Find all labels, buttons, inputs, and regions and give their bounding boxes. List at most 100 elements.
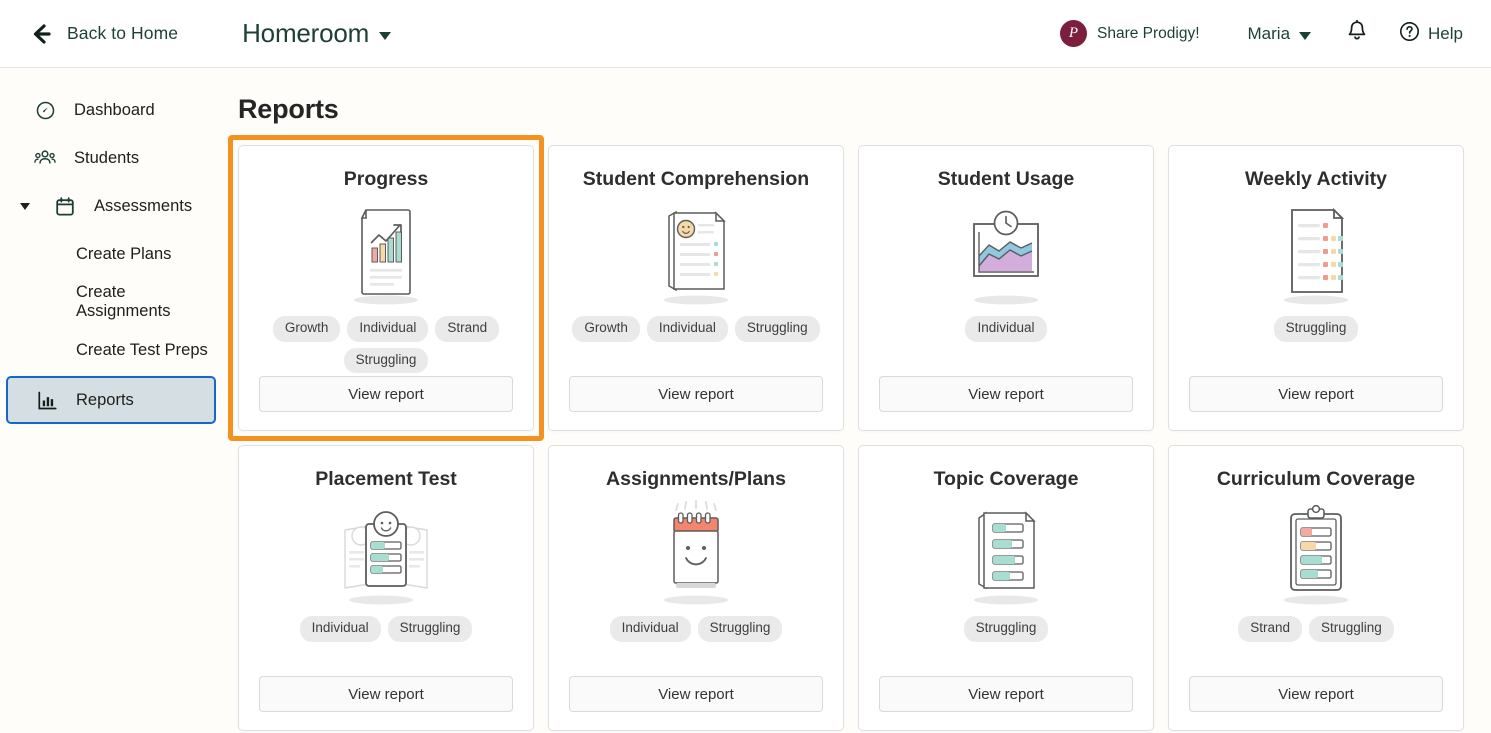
sidebar-item-label: Create Plans [76,245,171,264]
calendar-icon [54,196,76,217]
help-label: Help [1428,24,1463,44]
report-card-slot-assignments-plans: Assignments/Plans Individual Struggling V… [548,445,844,731]
report-tag[interactable]: Individual [347,316,428,341]
report-card-placement-test[interactable]: Placement Test Individual Struggling View… [238,445,534,731]
report-tag-list: Strand Struggling [1238,616,1394,676]
notification-bell-icon [1345,19,1369,48]
report-card-slot-weekly-activity: Weekly Activity Struggling View report [1168,145,1464,431]
report-card-slot-student-comprehension: Student Comprehension Growth Individual St… [548,145,844,431]
prodigy-logo-letter: P [1069,26,1078,41]
speedometer-icon [34,100,56,121]
sidebar-navigation: Dashboard Students Assessments Create Pla… [0,68,228,733]
report-card-assignments-plans[interactable]: Assignments/Plans Individual Struggling V… [548,445,844,731]
report-card-student-comprehension[interactable]: Student Comprehension Growth Individual St… [548,145,844,431]
report-tag[interactable]: Struggling [1309,616,1394,641]
reports-card-grid: Progress GrowthIndividualStrandStrugglin… [238,145,1469,731]
report-tag[interactable]: Individual [610,616,691,641]
help-button[interactable]: Help [1399,21,1463,47]
report-tag[interactable]: Struggling [388,616,473,641]
calendar-smiley-icon [636,498,756,606]
report-card-student-usage[interactable]: Student Usage Individual View report [858,145,1154,431]
report-tag[interactable]: Struggling [1274,316,1359,341]
people-icon [34,148,56,168]
report-card-title: Assignments/Plans [606,468,786,490]
report-tag-list: Struggling [1274,316,1359,376]
report-tag-list: Growth Individual Struggling [572,316,819,376]
share-prodigy-label: Share Prodigy! [1097,25,1200,43]
bar-chart-icon [36,390,58,411]
clipboard-bars-icon [1256,498,1376,606]
back-to-home-button[interactable]: Back to Home [28,21,178,47]
arrow-left-icon [28,21,54,47]
report-card-title: Weekly Activity [1245,168,1387,190]
notifications-button[interactable] [1345,19,1369,48]
report-tag[interactable]: Individual [965,316,1046,341]
report-tag[interactable]: Growth [273,316,341,341]
report-card-slot-curriculum-coverage: Curriculum Coverage Strand Struggling Vie… [1168,445,1464,731]
sidebar-item-create-test-preps[interactable]: Create Test Preps [6,328,216,372]
report-tag-list: Individual Struggling [300,616,473,676]
question-circle-icon [1399,21,1420,47]
sidebar-item-dashboard[interactable]: Dashboard [6,88,216,132]
students-clipboard-icon [321,498,451,606]
report-card-curriculum-coverage[interactable]: Curriculum Coverage Strand Struggling Vie… [1168,445,1464,731]
top-header-bar: Back to Home Homeroom P Share Prodigy! M… [0,0,1491,68]
report-card-weekly-activity[interactable]: Weekly Activity Struggling View report [1168,145,1464,431]
report-tag[interactable]: Struggling [344,348,429,373]
view-report-button[interactable]: View report [259,676,513,712]
report-card-title: Placement Test [315,468,457,490]
report-card-slot-progress: Progress GrowthIndividualStrandStrugglin… [228,135,544,441]
class-selector-dropdown[interactable]: Homeroom [242,18,391,49]
sidebar-item-create-assignments[interactable]: Create Assignments [6,280,216,324]
report-tag[interactable]: Struggling [735,316,820,341]
documents-smiley-icon [636,198,756,306]
view-report-button[interactable]: View report [1189,376,1443,412]
document-dots-grid-icon [1256,198,1376,306]
report-tag[interactable]: Struggling [964,616,1049,641]
user-name-label: Maria [1248,24,1291,44]
report-card-progress[interactable]: Progress GrowthIndividualStrandStrugglin… [238,145,534,431]
sidebar-item-label: Assessments [94,197,192,216]
sidebar-item-create-plans[interactable]: Create Plans [6,232,216,276]
report-card-title: Student Usage [938,168,1075,190]
report-card-slot-topic-coverage: Topic Coverage Struggling View report [858,445,1154,731]
chevron-down-icon [379,32,391,40]
view-report-button[interactable]: View report [879,376,1133,412]
report-tag[interactable]: Strand [435,316,499,341]
sidebar-item-students[interactable]: Students [6,136,216,180]
view-report-button[interactable]: View report [879,676,1133,712]
sidebar-item-label: Reports [76,391,134,410]
sidebar-item-reports[interactable]: Reports [6,376,216,424]
report-card-title: Student Comprehension [583,168,809,190]
report-tag-list: Individual Struggling [610,616,783,676]
view-report-button[interactable]: View report [1189,676,1443,712]
class-title: Homeroom [242,18,369,49]
view-report-button[interactable]: View report [569,676,823,712]
sidebar-item-label: Dashboard [74,101,155,120]
sidebar-item-label: Create Test Preps [76,341,208,360]
report-tag[interactable]: Growth [572,316,640,341]
document-growth-chart-icon [326,198,446,306]
report-card-title: Curriculum Coverage [1217,468,1415,490]
expand-caret-icon[interactable] [20,203,30,210]
share-prodigy-button[interactable]: P Share Prodigy! [1060,20,1200,47]
report-card-slot-placement-test: Placement Test Individual Struggling View… [238,445,534,731]
report-tag[interactable]: Individual [300,616,381,641]
report-card-topic-coverage[interactable]: Topic Coverage Struggling View report [858,445,1154,731]
user-menu-dropdown[interactable]: Maria [1248,24,1312,44]
report-tag[interactable]: Strand [1238,616,1302,641]
view-report-button[interactable]: View report [569,376,823,412]
documents-bars-icon [946,498,1066,606]
chevron-down-icon [1299,32,1311,40]
prodigy-logo-icon: P [1060,20,1087,47]
sidebar-item-assessments[interactable]: Assessments [6,184,216,228]
report-tag[interactable]: Struggling [698,616,783,641]
sidebar-item-label: Students [74,149,139,168]
report-tag-list: Individual [965,316,1046,376]
report-tag-list: GrowthIndividual StrandStruggling [259,316,513,376]
header-actions: P Share Prodigy! Maria [1060,19,1463,48]
view-report-button[interactable]: View report [259,376,513,412]
main-content: Reports Progress GrowthIndividualStrandS… [228,68,1491,733]
report-tag[interactable]: Individual [647,316,728,341]
report-tag-list: Struggling [964,616,1049,676]
